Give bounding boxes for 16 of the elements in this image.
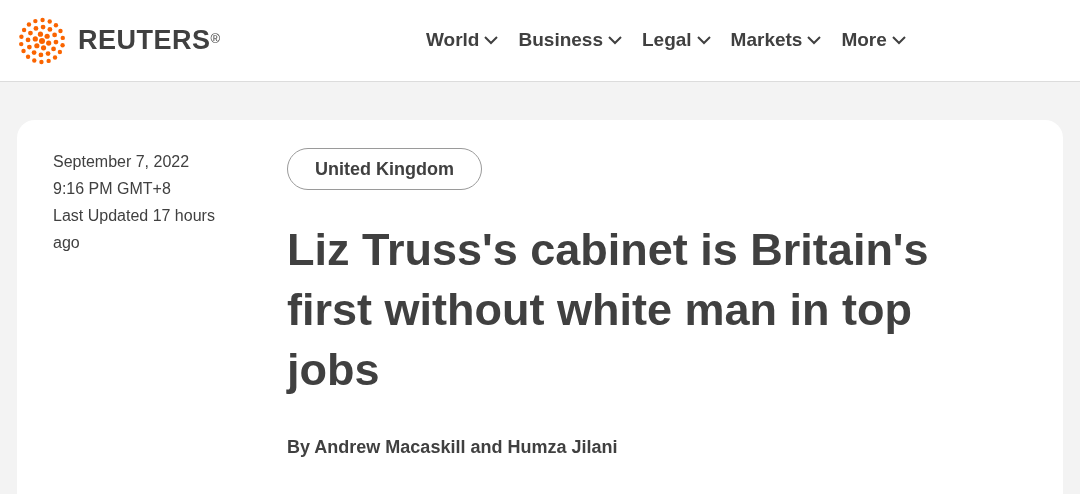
nav-menu[interactable]: Legal [641, 26, 711, 55]
nav-menu[interactable]: Business [518, 26, 622, 55]
nav-menu[interactable]: More [841, 26, 906, 55]
headline: Liz Truss's cabinet is Britain's first without white man in top jobs [287, 223, 930, 397]
brand-name[interactable]: REUTERS$^{®}$ [78, 20, 221, 61]
chevron-down-icon [891, 36, 906, 45]
article-date: 9:16 PM GMT+8 [53, 179, 172, 199]
byline: By Andrew Macaskill and Humza Jilani [287, 436, 618, 459]
article-date: Last Updated 17 hours ago [53, 206, 216, 253]
chevron-down-icon [607, 36, 622, 45]
chevron-down-icon [807, 36, 822, 45]
nav-menu[interactable]: Markets [730, 26, 822, 55]
article-date: September 7, 2022 [53, 152, 191, 172]
chevron-down-icon [484, 36, 499, 45]
nav-menu[interactable]: World [426, 26, 499, 55]
chevron-down-icon [696, 36, 711, 45]
